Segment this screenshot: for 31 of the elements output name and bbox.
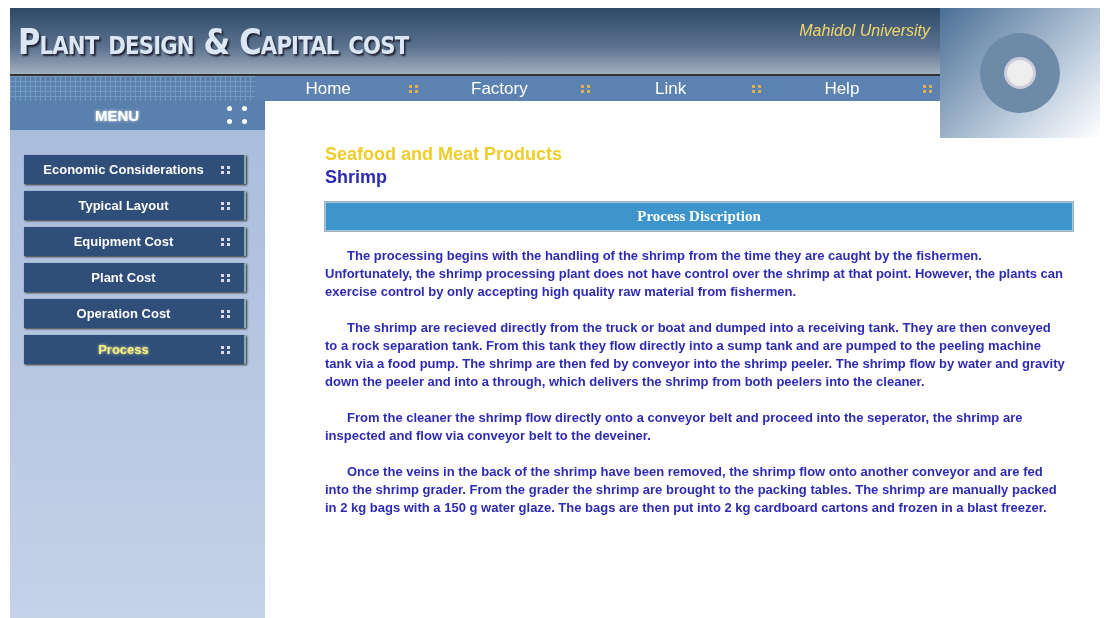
dots-icon <box>221 273 230 282</box>
dots-icon <box>221 309 230 318</box>
dots-icon <box>751 84 761 93</box>
menu-item[interactable]: Economic Considerations <box>24 155 246 184</box>
paragraph: Once the veins in the back of the shrimp have been removed, the shrimp flow onto another conveyor and are fed into the shrimp grader. From the grader the shrimp are brought to the packing tables. The shrimp are manually packed in 2 kg bags with a 150 g water glaze. The bags are then put into 2 kg cardboard cartons and frozen in a blast freezer. <box>325 463 1058 517</box>
paragraph: The processing begins with the handling of the shrimp from the time they are caught by the fishermen. Unfortunately, the shrimp processing plant does not have control over the shrimp at that point. However, the plants can exercise control by only accepting high quality raw material from fishermen. <box>325 247 1064 301</box>
menu-item[interactable]: Typical Layout <box>24 191 246 220</box>
university-name: Mahidol University <box>799 22 930 40</box>
menu-item[interactable]: Plant Cost <box>24 263 246 292</box>
paragraph: From the cleaner the shrimp flow directly onto a conveyor belt and proceed into the seperator, the shrimp are inspected and flow via conveyor belt to the deveiner. <box>325 409 1024 445</box>
menu-item[interactable]: Operation Cost <box>24 299 246 328</box>
paragraph: The shrimp are recieved directly from the truck or boat and dumped into a receiving tank. They are then conveyed to a rock separation tank. From this tank they flow directly into a sump tank and are pumped to the peeling machine tank via a food pump. The shrimp are then fed by conveyor into the shrimp peeler. The shrimp flow by water and gravity down the peeler and into a through, which delivers the shrimp from both peelers into the cleaner. <box>325 319 1065 391</box>
menu-item[interactable]: Process <box>24 335 246 364</box>
dots-icon <box>221 345 230 354</box>
page-heading: Shrimp <box>325 167 388 188</box>
dots-icon <box>409 84 419 93</box>
dots-icon <box>221 237 230 246</box>
nav-link[interactable]: Link <box>597 78 744 99</box>
nav-link[interactable]: Help <box>768 78 915 99</box>
nav-link[interactable]: Home <box>255 78 402 99</box>
dots-icon <box>221 165 230 174</box>
menu-title: MENU <box>95 106 140 124</box>
section-title-bar: Process Discription <box>325 202 1073 231</box>
dots-icon <box>580 84 590 93</box>
nav-link[interactable]: Factory <box>426 78 573 99</box>
menu-item[interactable]: Equipment Cost <box>24 227 246 256</box>
dots-icon <box>923 84 932 93</box>
category-heading: Seafood and Meat Products <box>325 144 564 165</box>
dots-icon <box>227 106 247 124</box>
site-title: Plant design & Capital cost <box>18 20 409 62</box>
dots-icon <box>221 201 230 210</box>
